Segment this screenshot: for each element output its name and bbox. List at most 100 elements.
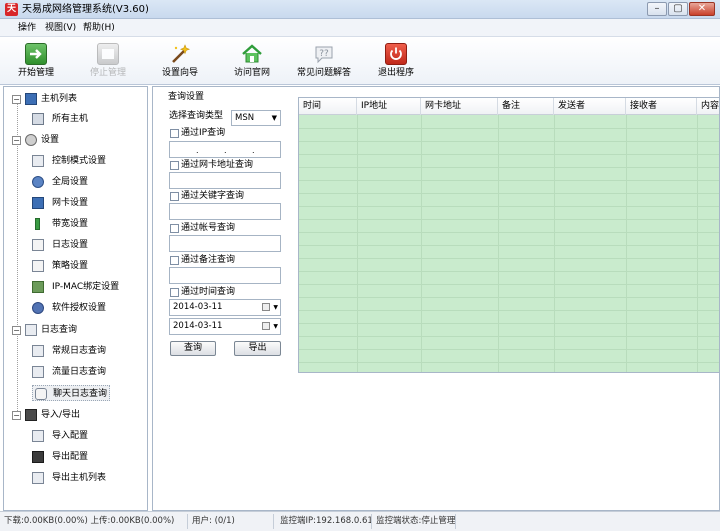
window-title: 天易成网络管理系统(V3.60) (22, 4, 149, 15)
tree-node-license[interactable]: 软件授权设置 (32, 300, 142, 316)
tree-node-import-export[interactable]: − 导入/导出 (12, 407, 142, 423)
query-type-label: 选择查询类型 (169, 111, 224, 121)
tree-node-export-config[interactable]: 导出配置 (32, 449, 142, 465)
date-from-picker[interactable]: 2014-03-11 ▼ (169, 299, 281, 316)
tree-node-host-list[interactable]: − 主机列表 (12, 91, 142, 107)
account-field[interactable] (169, 235, 281, 252)
app-logo-icon: 天 (5, 3, 18, 16)
tree-node-log-settings[interactable]: 日志设置 (32, 237, 142, 253)
table-row-line (299, 193, 719, 194)
mac-address-field[interactable] (169, 172, 281, 189)
tree-node-log-query[interactable]: − 日志查询 (12, 322, 142, 338)
chart-icon (32, 366, 44, 378)
svg-text:??: ?? (319, 49, 329, 59)
document-icon (32, 345, 44, 357)
collapse-icon[interactable]: − (12, 411, 21, 420)
title-bar: 天 天易成网络管理系统(V3.60) – ▢ ✕ (0, 0, 720, 19)
table-row-line (299, 167, 719, 168)
question-bubble-icon: ?? (313, 43, 335, 65)
exit-program-button[interactable]: 退出程序 (370, 39, 422, 81)
table-row-line (299, 362, 719, 363)
menu-help[interactable]: 帮助(H) (83, 22, 115, 34)
collapse-icon[interactable]: − (12, 326, 21, 335)
gear-icon (32, 176, 44, 188)
query-button[interactable]: 查询 (170, 341, 216, 356)
tree-node-nic[interactable]: 网卡设置 (32, 195, 142, 211)
tree-node-policy[interactable]: 策略设置 (32, 258, 142, 274)
column-header-time[interactable]: 时间 (299, 98, 357, 115)
visit-website-button[interactable]: 访问官网 (226, 39, 278, 81)
faq-label: 常见问题解答 (296, 68, 351, 78)
table-row-line (299, 323, 719, 324)
column-header-ip[interactable]: IP地址 (357, 98, 421, 115)
column-header-content[interactable]: 内容 (697, 98, 719, 115)
wrench-icon (25, 134, 37, 146)
account-query-checkbox[interactable] (170, 224, 179, 233)
tree-node-export-hosts[interactable]: 导出主机列表 (32, 470, 142, 486)
table-row-line (299, 297, 719, 298)
note-field[interactable] (169, 267, 281, 284)
log-icon (32, 239, 44, 251)
keyword-query-label: 通过关键字查询 (181, 191, 245, 201)
chat-log-table[interactable]: 时间 IP地址 网卡地址 备注 发送者 接收者 内容 (298, 97, 720, 373)
table-row-line (299, 310, 719, 311)
maximize-button[interactable]: ▢ (668, 2, 688, 16)
binding-icon (32, 281, 44, 293)
keyword-field[interactable] (169, 203, 281, 220)
ip-query-label: 通过IP查询 (181, 128, 226, 138)
log-query-icon (25, 324, 37, 336)
menu-operate[interactable]: 操作 (18, 22, 36, 34)
tree-node-ipmac[interactable]: IP-MAC绑定设置 (32, 279, 142, 295)
export-button[interactable]: 导出 (234, 341, 281, 356)
note-query-checkbox[interactable] (170, 256, 179, 265)
stop-manage-label: 停止管理 (89, 68, 126, 78)
tree-node-bandwidth[interactable]: 带宽设置 (32, 216, 142, 232)
keyword-query-checkbox[interactable] (170, 192, 179, 201)
table-row-line (299, 128, 719, 129)
column-header-receiver[interactable]: 接收者 (626, 98, 697, 115)
minimize-button[interactable]: – (647, 2, 667, 16)
menu-view[interactable]: 视图(V) (45, 22, 76, 34)
stop-manage-button[interactable]: 停止管理 (82, 39, 134, 81)
start-manage-button[interactable]: 开始管理 (10, 39, 62, 81)
close-button[interactable]: ✕ (689, 2, 715, 16)
tree-node-normal-log[interactable]: 常规日志查询 (32, 343, 142, 359)
tree-node-chat-log[interactable]: 聊天日志查询 (32, 385, 110, 401)
table-row-line (299, 271, 719, 272)
tree-node-all-hosts[interactable]: 所有主机 (32, 111, 142, 127)
chat-icon (35, 388, 47, 400)
table-row-line (299, 258, 719, 259)
table-row-line (299, 349, 719, 350)
import-export-icon (25, 409, 37, 421)
column-header-sender[interactable]: 发送者 (554, 98, 626, 115)
visit-website-label: 访问官网 (233, 68, 270, 78)
account-query-label: 通过帐号查询 (181, 223, 236, 233)
column-header-mac[interactable]: 网卡地址 (421, 98, 498, 115)
tree-node-global[interactable]: 全局设置 (32, 174, 142, 190)
tree-node-control-mode[interactable]: 控制模式设置 (32, 153, 142, 169)
faq-button[interactable]: ?? 常见问题解答 (294, 39, 354, 81)
date-to-picker[interactable]: 2014-03-11 ▼ (169, 318, 281, 335)
mac-query-checkbox[interactable] (170, 161, 179, 170)
exit-program-label: 退出程序 (377, 68, 414, 78)
setup-wizard-button[interactable]: 设置向导 (154, 39, 206, 81)
ip-query-checkbox[interactable] (170, 129, 179, 138)
collapse-icon[interactable]: − (12, 95, 21, 104)
tree-node-settings[interactable]: − 设置 (12, 132, 142, 148)
chevron-down-icon: ▼ (271, 114, 277, 122)
tree-node-traffic-log[interactable]: 流量日志查询 (32, 364, 142, 380)
column-header-note[interactable]: 备注 (498, 98, 554, 115)
calendar-icon (262, 322, 270, 330)
time-query-label: 通过时间查询 (181, 287, 236, 297)
tree-node-import-config[interactable]: 导入配置 (32, 428, 142, 444)
start-manage-label: 开始管理 (17, 68, 54, 78)
collapse-icon[interactable]: − (12, 136, 21, 145)
table-row-line (299, 245, 719, 246)
ip-address-field[interactable]: . . . (169, 141, 281, 158)
license-icon (32, 302, 44, 314)
time-query-checkbox[interactable] (170, 288, 179, 297)
monitor-icon (25, 93, 37, 105)
note-query-label: 通过备注查询 (181, 255, 236, 265)
query-type-select[interactable]: MSN ▼ (231, 110, 281, 126)
user-count-status: 用户: (0/1) (190, 514, 274, 529)
